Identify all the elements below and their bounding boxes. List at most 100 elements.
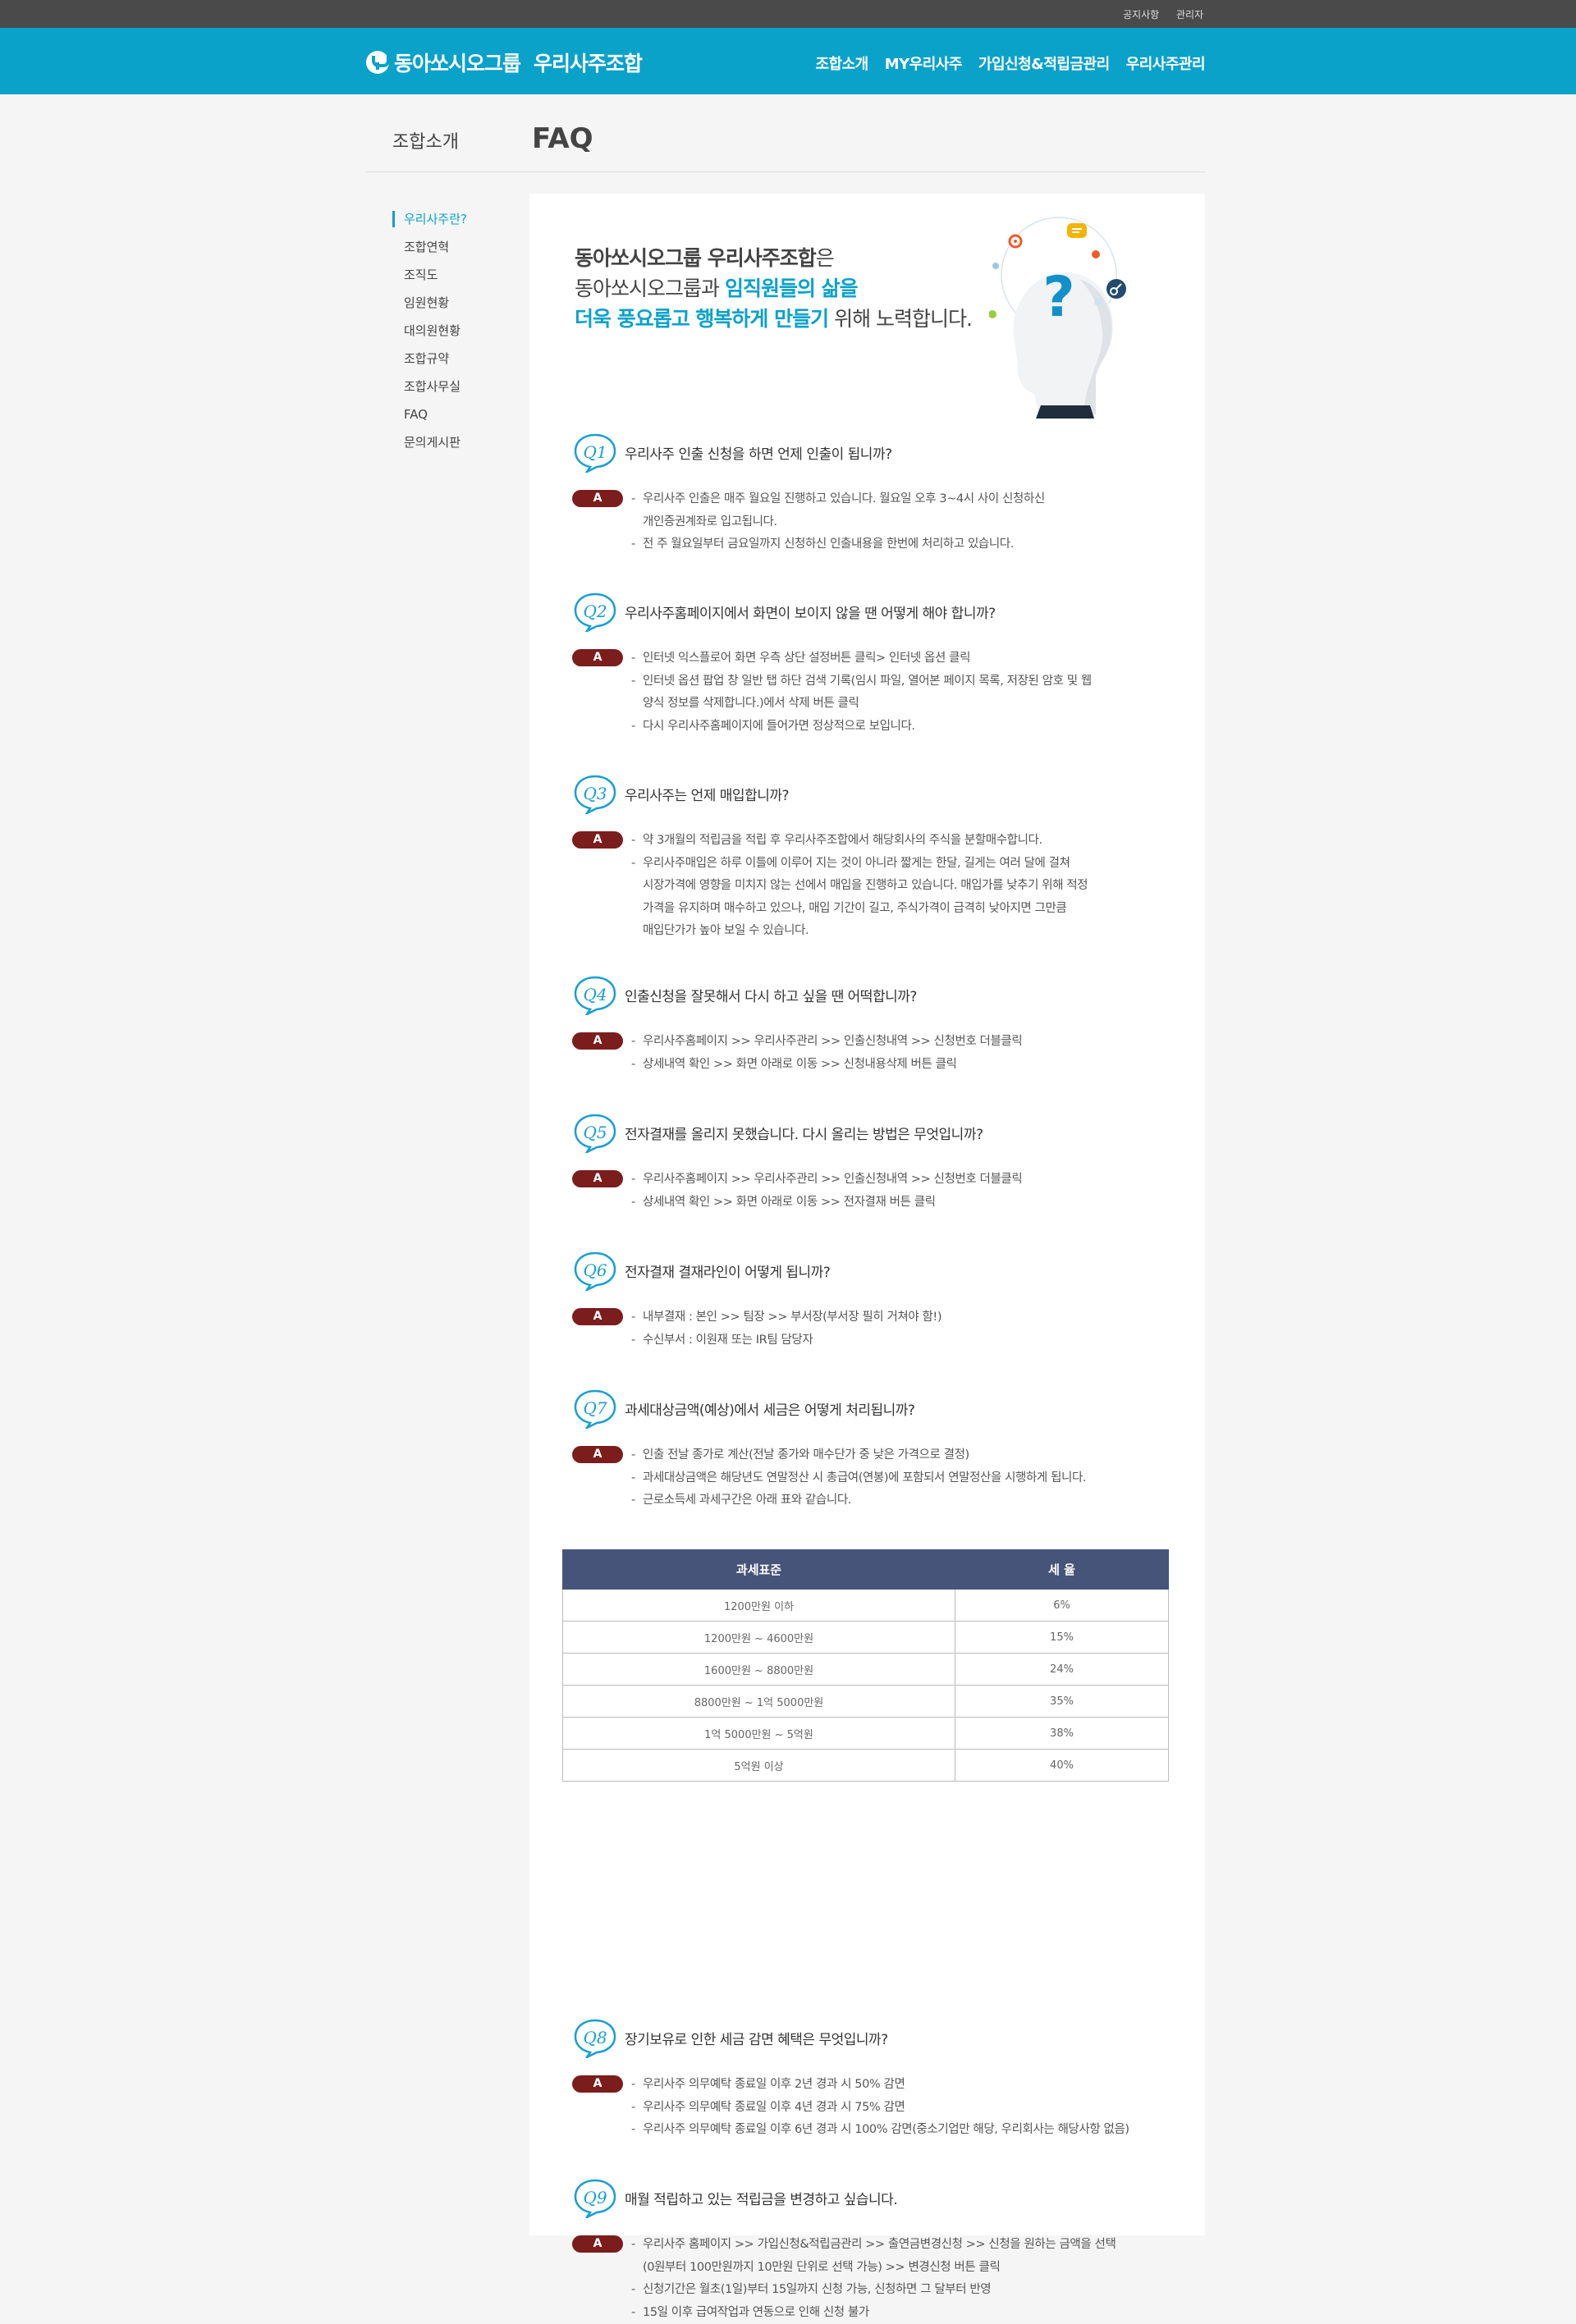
section-title: 조합소개 — [392, 127, 459, 153]
side-nav-item-officers[interactable]: 임원현황 — [392, 289, 499, 317]
intro-line2-start: 동아쏘시오그룹과 — [575, 277, 725, 300]
question-bubble-icon: Q8 — [572, 2017, 618, 2058]
table-header-tax-rate: 세 율 — [955, 1550, 1169, 1590]
answer-badge: A — [572, 2235, 623, 2253]
intro-line1-rest: 은 — [816, 246, 834, 270]
tax-rate-cell: 6% — [955, 1590, 1169, 1622]
logo-group-name: 동아쏘시오그룹 — [394, 48, 520, 77]
answer-line: 가격을 유지하며 매수하고 있으나, 매입 기간이 길고, 주식가격이 급격히 … — [631, 898, 1088, 921]
site-logo[interactable]: 동아쏘시오그룹 우리사주조합 — [366, 48, 642, 77]
tax-base-cell: 1600만원 ~ 8800만원 — [563, 1654, 955, 1686]
answer-line: -인출 전날 종가로 계산(전날 종가와 매수단가 중 낮은 가격으로 결정) — [631, 1444, 1086, 1467]
faq-question: 전자결재 결재라인이 어떻게 됩니까? — [625, 1260, 830, 1281]
answer-line: -우리사주 홈페이지 >> 가입신청&적립금관리 >> 출연금변경신청 >> 신… — [631, 2234, 1116, 2257]
answer-badge: A — [572, 2075, 623, 2093]
answer-line: -전 주 월요일부터 금요일까지 신청하신 인출내용을 한번에 처리하고 있습니… — [631, 533, 1045, 556]
faq-item: Q4 인출신청을 잘못해서 다시 하고 싶을 땐 어떡합니까? A -우리사주홈페… — [572, 970, 1188, 1076]
answer-line: -수신부서 : 이원재 또는 IR팀 담당자 — [631, 1329, 941, 1352]
answer-badge: A — [572, 649, 623, 666]
answer-line: -우리사주 인출은 매주 월요일 진행하고 있습니다. 월요일 오후 3~4시 … — [631, 488, 1045, 511]
answer-line: -인터넷 옵션 팝업 창 일반 탭 하단 검색 기록(임시 파일, 열어본 페이… — [631, 670, 1092, 693]
svg-text:Q2: Q2 — [583, 602, 607, 621]
nav-item-manage[interactable]: 우리사주관리 — [1126, 53, 1205, 74]
faq-item: Q5전자결재를 올리지 못했습니다. 다시 올리는 방법은 무엇입니까? A -… — [572, 1108, 1188, 1214]
svg-text:Q4: Q4 — [583, 985, 607, 1004]
faq-question: 우리사주 인출 신청을 하면 언제 인출이 됩니까? — [625, 442, 892, 463]
answer-line: -상세내역 확인 >> 화면 아래로 이동 >> 신청내용삭제 버튼 클릭 — [631, 1054, 1022, 1077]
page-heading: 조합소개 FAQ — [366, 94, 1205, 172]
question-bubble-icon: Q7 — [572, 1388, 618, 1429]
svg-text:Q1: Q1 — [583, 442, 607, 462]
answer-line: -우리사주 의무예탁 종료일 이후 6년 경과 시 100% 감면(중소기업만 … — [631, 2119, 1129, 2142]
intro-line3-highlight: 더욱 풍요롭고 행복하게 만들기 — [575, 307, 828, 331]
answer-line: 매입단가가 높아 보일 수 있습니다. — [631, 920, 1088, 943]
logo-mark-icon — [366, 51, 389, 74]
side-nav-item-delegates[interactable]: 대의원현황 — [392, 317, 499, 345]
top-utility-bar: 공지사항 관리자 — [0, 0, 1576, 28]
question-bubble-icon: Q4 — [572, 974, 618, 1015]
side-nav-item-faq[interactable]: FAQ — [392, 400, 499, 428]
faq-item: Q1우리사주 인출 신청을 하면 언제 인출이 됩니까? A -우리사주 인출은… — [572, 428, 1188, 556]
nav-item-about[interactable]: 조합소개 — [815, 53, 868, 74]
faq-question: 우리사주는 언제 매입합니까? — [625, 784, 789, 804]
answer-line: -우리사주 의무예탁 종료일 이후 4년 경과 시 75% 감면 — [631, 2097, 1129, 2120]
answer-line: -우리사주매입은 하루 이틀에 이루어 지는 것이 아니라 짧게는 한달, 길게… — [631, 853, 1088, 876]
svg-text:Q9: Q9 — [583, 2188, 607, 2207]
side-nav-item-inquiry[interactable]: 문의게시판 — [392, 428, 499, 456]
faq-item: Q9매월 적립하고 있는 적립금을 변경하고 싶습니다. A -우리사주 홈페이… — [572, 2173, 1188, 2324]
nav-item-join[interactable]: 가입신청&적립금관리 — [978, 53, 1110, 74]
question-bubble-icon: Q9 — [572, 2177, 618, 2218]
question-bubble-icon: Q3 — [572, 773, 618, 814]
answer-badge: A — [572, 831, 623, 849]
answer-line: -상세내역 확인 >> 화면 아래로 이동 >> 전자결재 버튼 클릭 — [631, 1192, 1022, 1215]
intro-line2-highlight: 임직원들의 삶을 — [725, 277, 858, 300]
intro-text: 동아쏘시오그룹 우리사주조합은 동아쏘시오그룹과 임직원들의 삶을 더욱 풍요롭… — [575, 243, 972, 334]
answer-line: -우리사주홈페이지 >> 우리사주관리 >> 인출신청내역 >> 신청번호 더블… — [631, 1031, 1022, 1054]
faq-question: 인출신청을 잘못해서 다시 하고 싶을 땐 어떡합니까? — [625, 985, 917, 1005]
intro-line1-bold: 동아쏘시오그룹 우리사주조합 — [575, 246, 816, 270]
page-title: FAQ — [532, 122, 593, 155]
side-nav-item-office[interactable]: 조합사무실 — [392, 373, 499, 400]
answer-line: -내부결재 : 본인 >> 팀장 >> 부서장(부서장 필히 거쳐야 함!) — [631, 1306, 941, 1329]
table-row: 1억 5000만원 ~ 5억원38% — [563, 1718, 1169, 1750]
admin-link[interactable]: 관리자 — [1176, 7, 1203, 21]
table-row: 1200만원 이하6% — [563, 1590, 1169, 1622]
nav-item-my[interactable]: MY우리사주 — [885, 53, 962, 74]
question-head-illustration: ? — [989, 213, 1129, 419]
faq-item: Q7과세대상금액(예상)에서 세금은 어떻게 처리됩니까? A -인출 전날 종… — [572, 1384, 1188, 1512]
tax-rate-table: 과세표준 세 율 1200만원 이하6% 1200만원 ~ 4600만원15% … — [562, 1549, 1169, 1782]
answer-badge: A — [572, 1032, 623, 1050]
table-row: 8800만원 ~ 1억 5000만원35% — [563, 1686, 1169, 1718]
faq-item: Q3우리사주는 언제 매입합니까? A -약 3개월의 적립금을 적립 후 우리… — [572, 769, 1188, 943]
answer-line: -우리사주홈페이지 >> 우리사주관리 >> 인출신청내역 >> 신청번호 더블… — [631, 1169, 1022, 1192]
side-nav-item-bylaws[interactable]: 조합규약 — [392, 345, 499, 373]
tax-rate-cell: 24% — [955, 1654, 1169, 1686]
notice-link[interactable]: 공지사항 — [1123, 7, 1159, 21]
main-nav: 조합소개 MY우리사주 가입신청&적립금관리 우리사주관리 — [815, 53, 1205, 74]
tax-base-cell: 8800만원 ~ 1억 5000만원 — [563, 1686, 955, 1718]
svg-text:Q6: Q6 — [583, 1260, 607, 1280]
side-nav: 우리사주란? 조합연혁 조직도 임원현황 대의원현황 조합규약 조합사무실 FA… — [392, 205, 499, 456]
answer-line: 개인증권계좌로 입고됩니다. — [631, 511, 1045, 534]
answer-line: -15일 이후 급여작업과 연동으로 인해 신청 불가 — [631, 2302, 1116, 2324]
side-nav-item-history[interactable]: 조합연혁 — [392, 233, 499, 261]
table-row: 1200만원 ~ 4600만원15% — [563, 1622, 1169, 1654]
question-bubble-icon: Q2 — [572, 591, 618, 632]
question-bubble-icon: Q6 — [572, 1250, 618, 1291]
side-nav-item-about-esop[interactable]: 우리사주란? — [392, 211, 499, 227]
svg-text:Q7: Q7 — [583, 1398, 607, 1418]
intro-line3-rest: 위해 노력합니다. — [828, 307, 972, 331]
side-nav-item-org-chart[interactable]: 조직도 — [392, 261, 499, 289]
answer-line: -다시 우리사주홈페이지에 들어가면 정상적으로 보입니다. — [631, 716, 1092, 739]
tax-rate-cell: 38% — [955, 1718, 1169, 1750]
svg-text:Q3: Q3 — [583, 784, 607, 803]
logo-union-name: 우리사주조합 — [534, 48, 642, 77]
tax-rate-cell: 15% — [955, 1622, 1169, 1654]
answer-badge: A — [572, 1170, 623, 1187]
answer-line: 양식 정보를 삭제합니다.)에서 삭제 버튼 클릭 — [631, 693, 1092, 716]
faq-item: Q6전자결재 결재라인이 어떻게 됩니까? A -내부결재 : 본인 >> 팀장… — [572, 1246, 1188, 1352]
site-header: 동아쏘시오그룹 우리사주조합 조합소개 MY우리사주 가입신청&적립금관리 우리… — [0, 28, 1576, 94]
question-bubble-icon: Q5 — [572, 1112, 618, 1153]
answer-line: 시장가격에 영향을 미치지 않는 선에서 매입을 진행하고 있습니다. 매입가를… — [631, 875, 1088, 898]
table-row: 5억원 이상40% — [563, 1750, 1169, 1782]
